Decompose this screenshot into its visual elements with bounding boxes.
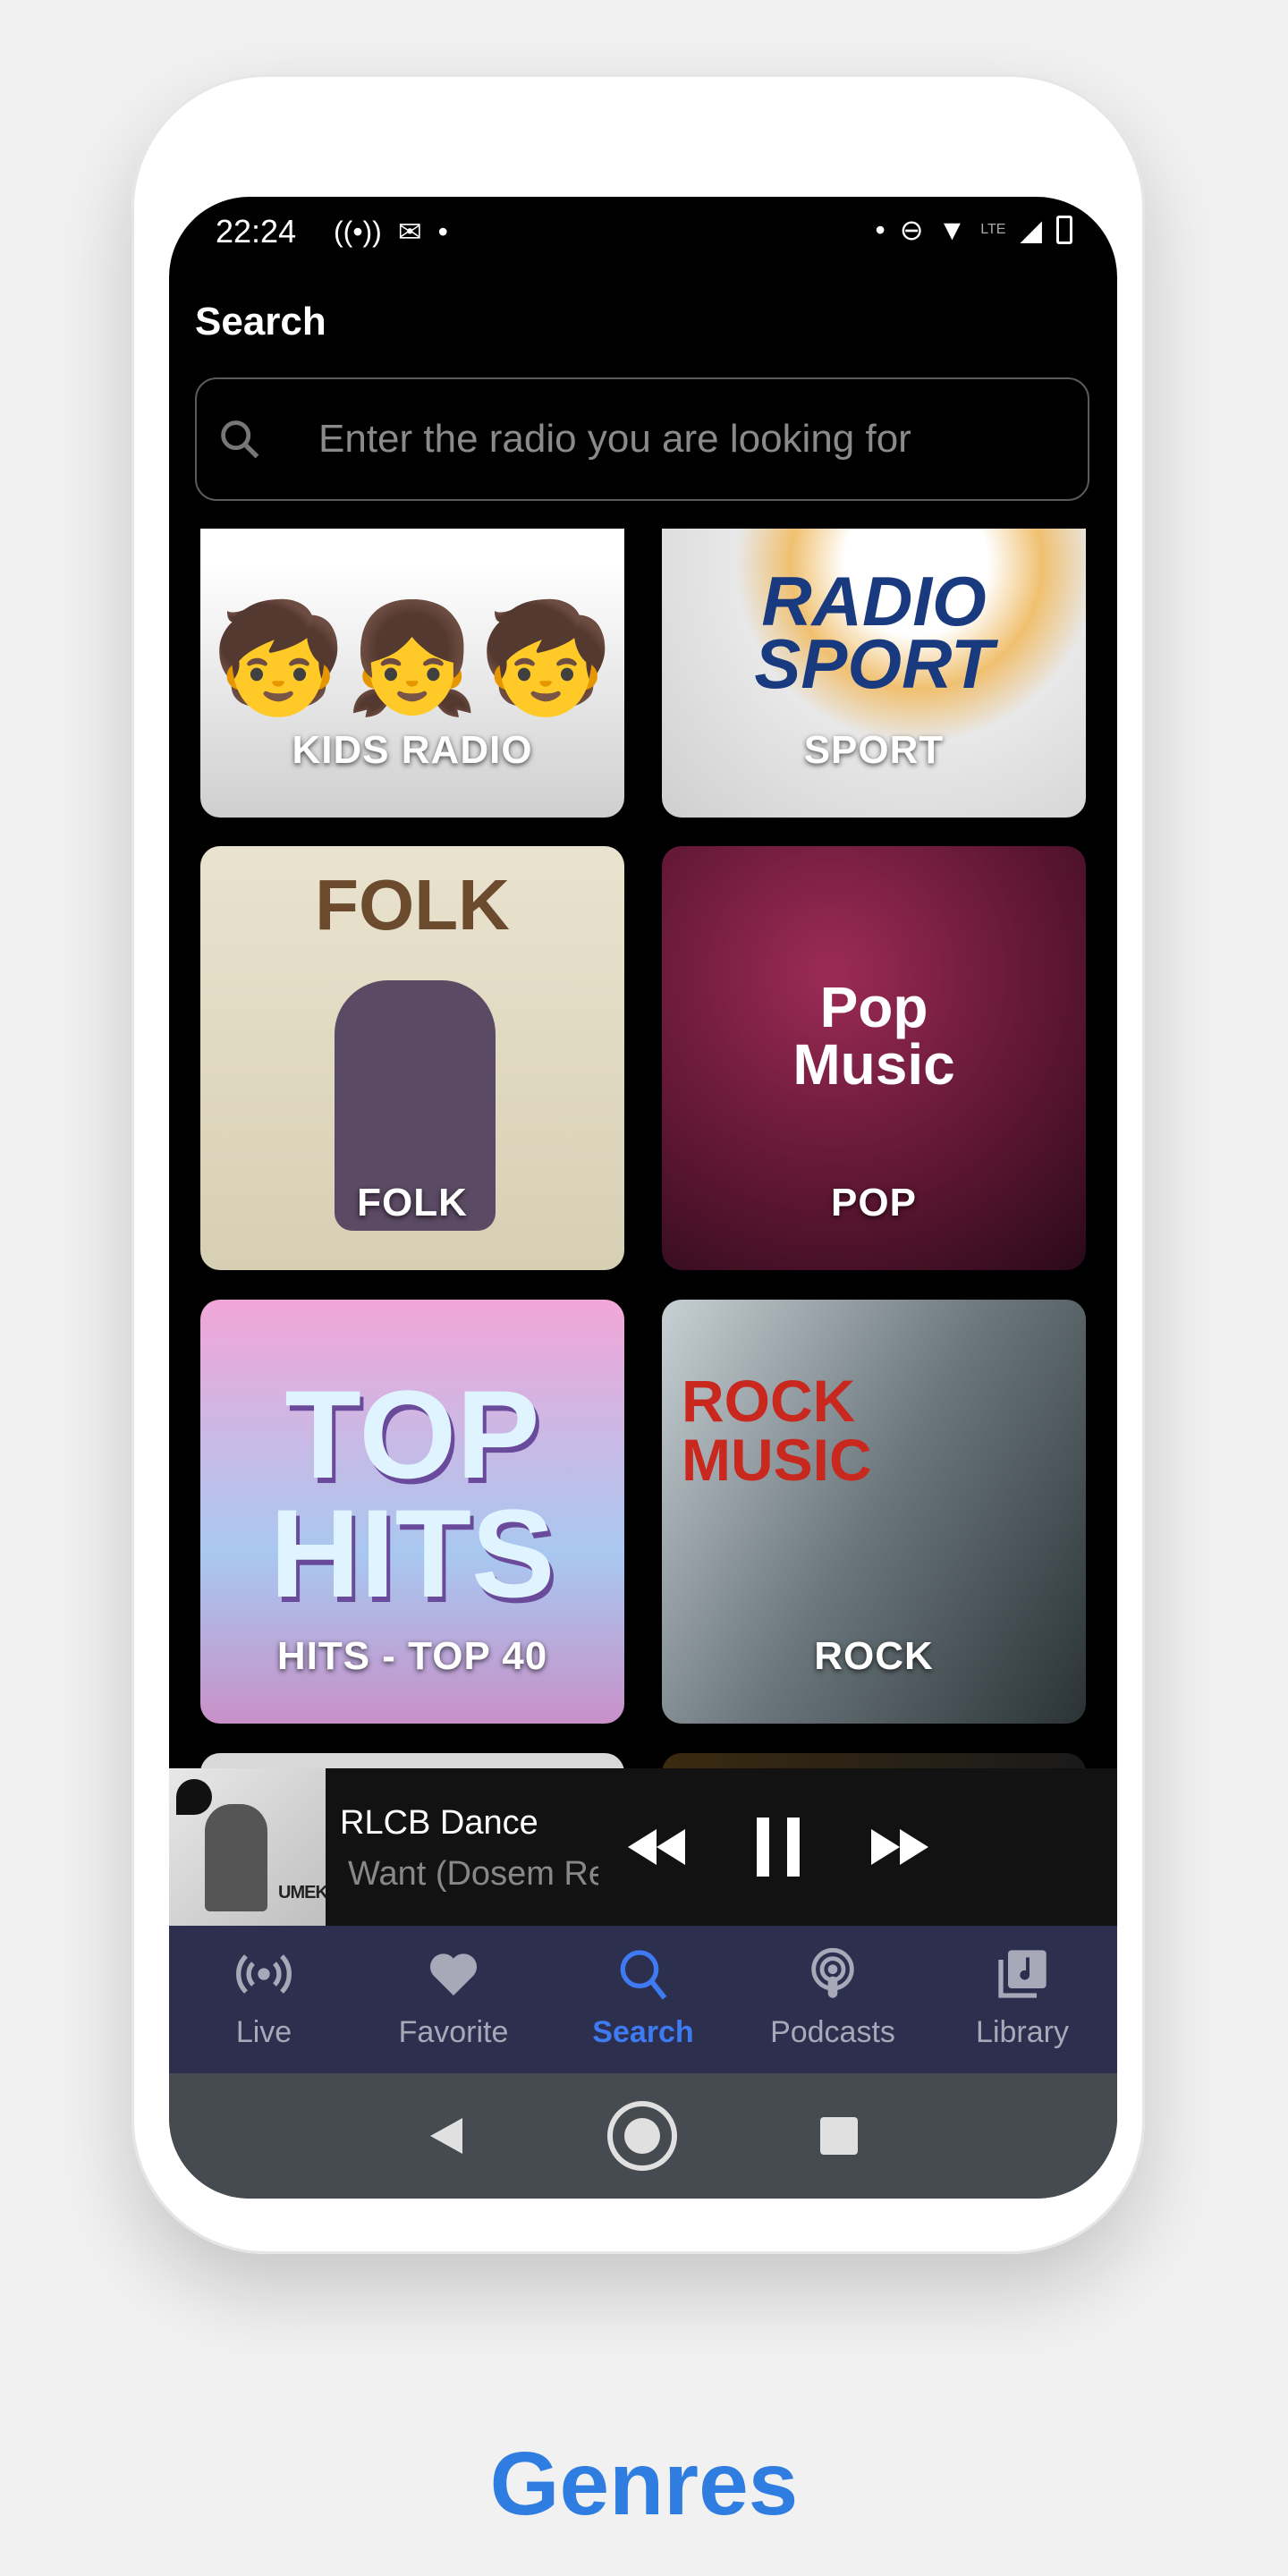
nav-label: Podcasts bbox=[770, 2015, 895, 2049]
bottom-nav: Live Favorite Search Podcasts Library bbox=[169, 1926, 1117, 2073]
heart-icon bbox=[429, 1953, 478, 1996]
page-title: Search bbox=[195, 300, 326, 343]
genre-label: SPORT bbox=[803, 728, 945, 772]
nav-search[interactable]: Search bbox=[548, 1926, 738, 2073]
search-input[interactable] bbox=[318, 417, 1016, 462]
folk-art-text: FOLK bbox=[315, 865, 510, 945]
nav-label: Search bbox=[592, 2015, 694, 2049]
album-art-text: UMEK bbox=[278, 1883, 326, 1902]
system-nav-bar bbox=[169, 2073, 1117, 2199]
mini-player[interactable]: UMEK RLCB Dance Want (Dosem Remix) - 3 bbox=[169, 1768, 1117, 1926]
caption: Genres bbox=[489, 2434, 799, 2534]
nav-label: Library bbox=[976, 2015, 1069, 2049]
rewind-icon bbox=[628, 1829, 685, 1865]
track-title: Want (Dosem Remix) - 3 bbox=[348, 1855, 598, 1893]
kids-radio-artwork: 🧒👧🧒 bbox=[211, 598, 614, 718]
station-name: RLCB Dance bbox=[340, 1804, 538, 1842]
app-screen: 22:24 ((•)) ✉ • • ⊖ ▼ LTE ◢ Search 🧒👧🧒 K… bbox=[169, 197, 1117, 2199]
status-time: 22:24 bbox=[216, 213, 297, 250]
wifi-icon: ▼ bbox=[937, 213, 967, 246]
nav-favorite[interactable]: Favorite bbox=[359, 1926, 548, 2073]
genre-tile-kids-radio[interactable]: 🧒👧🧒 KIDS RADIO bbox=[200, 529, 624, 818]
genre-label: FOLK bbox=[357, 1181, 468, 1224]
nav-label: Favorite bbox=[398, 2015, 509, 2049]
home-icon[interactable] bbox=[605, 2098, 680, 2174]
podcast-icon bbox=[811, 1947, 854, 1998]
library-icon bbox=[998, 1950, 1046, 1998]
genre-tile-hits-top-40[interactable]: TOP HITS HITS - TOP 40 bbox=[200, 1300, 624, 1724]
genre-label: KIDS RADIO bbox=[292, 728, 533, 772]
album-art: UMEK bbox=[169, 1768, 326, 1926]
search-icon bbox=[620, 1950, 667, 2000]
mail-icon: ✉ bbox=[397, 216, 422, 248]
nav-label: Live bbox=[235, 2015, 292, 2049]
top-hits-art-text: TOP HITS bbox=[269, 1364, 555, 1623]
network-type: LTE bbox=[980, 222, 1006, 237]
nav-library[interactable]: Library bbox=[928, 1926, 1117, 2073]
dot-icon: • bbox=[437, 215, 448, 248]
recents-icon[interactable] bbox=[818, 2115, 860, 2157]
sport-artwork: RADIO SPORT bbox=[662, 529, 1086, 818]
genre-tile[interactable] bbox=[200, 1753, 624, 1768]
broadcast-icon bbox=[236, 1954, 292, 1994]
search-icon bbox=[221, 420, 259, 459]
genre-grid[interactable]: 🧒👧🧒 KIDS RADIO RADIO SPORT SPORT FOLK FO… bbox=[169, 529, 1117, 1768]
genre-tile-sport[interactable]: RADIO SPORT SPORT bbox=[662, 529, 1086, 818]
genre-tile-folk[interactable]: FOLK FOLK bbox=[200, 846, 624, 1270]
battery-icon bbox=[1056, 216, 1072, 244]
nav-live[interactable]: Live bbox=[169, 1926, 359, 2073]
status-bar: 22:24 ((•)) ✉ • • ⊖ ▼ LTE ◢ bbox=[169, 197, 1117, 268]
rewind-button[interactable] bbox=[621, 1813, 692, 1881]
do-not-disturb-icon: ⊖ bbox=[899, 214, 924, 246]
pause-button[interactable] bbox=[742, 1813, 814, 1881]
genre-tile-rock[interactable]: ROCK MUSIC ROCK bbox=[662, 1300, 1086, 1724]
pop-art-text: Pop Music bbox=[792, 975, 955, 1097]
nav-podcasts[interactable]: Podcasts bbox=[738, 1926, 928, 2073]
back-icon[interactable] bbox=[427, 2114, 466, 2157]
signal-icon: ◢ bbox=[1020, 214, 1042, 246]
search-field[interactable] bbox=[195, 377, 1089, 501]
broadcast-icon: ((•)) bbox=[334, 215, 382, 248]
genre-label: POP bbox=[831, 1181, 917, 1224]
fast-forward-button[interactable] bbox=[864, 1813, 936, 1881]
pause-icon bbox=[757, 1818, 800, 1877]
rock-art-text: ROCK MUSIC bbox=[682, 1368, 872, 1493]
dot-icon: • bbox=[875, 213, 886, 246]
sport-art-text: RADIO SPORT bbox=[754, 561, 994, 703]
genre-label: HITS - TOP 40 bbox=[276, 1634, 548, 1678]
genre-tile-pop[interactable]: Pop Music POP bbox=[662, 846, 1086, 1270]
fast-forward-icon bbox=[871, 1829, 928, 1865]
genre-label: ROCK bbox=[814, 1634, 934, 1678]
genre-tile[interactable] bbox=[662, 1753, 1086, 1768]
